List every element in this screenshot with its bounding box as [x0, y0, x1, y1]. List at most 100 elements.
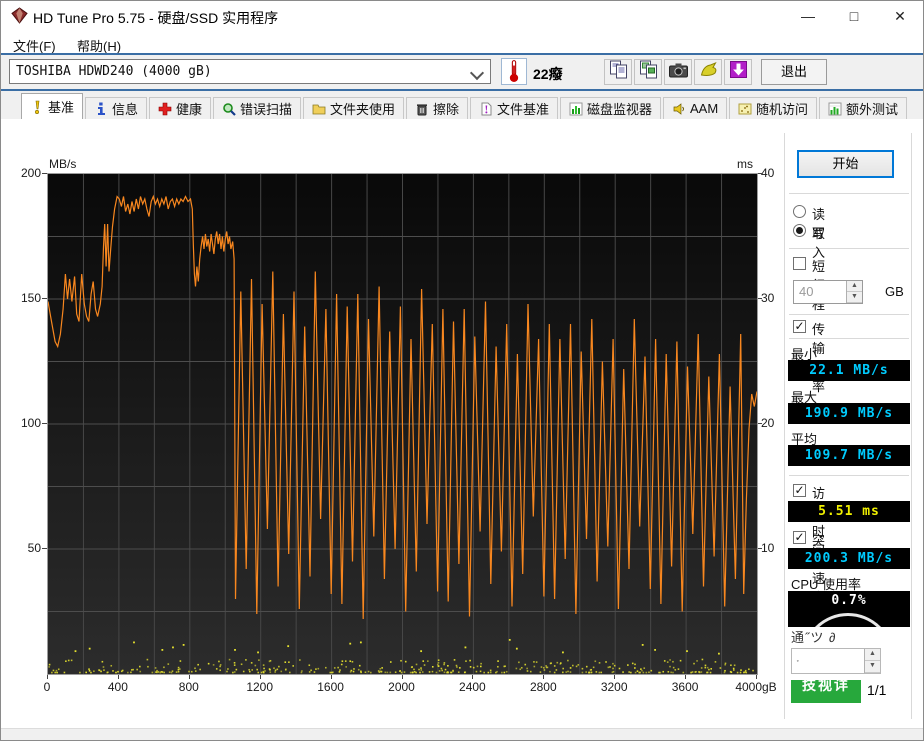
tab-label: 信息	[112, 102, 139, 117]
extra-tests-icon	[828, 102, 842, 116]
window-title: HD Tune Pro 5.75 - 硬盘/SSD 实用程序	[33, 10, 279, 26]
export-icon	[698, 60, 719, 84]
y-left-tick-label: 150	[20, 291, 41, 305]
y-left-axis-title: MB/s	[49, 157, 77, 171]
bottom-spinner-value: ˖	[796, 654, 800, 666]
close-button[interactable]: ✕	[877, 1, 923, 31]
copy-image-button[interactable]	[634, 59, 662, 85]
capacity-spinner[interactable]: 40 ▲ ▼	[793, 280, 863, 304]
x-tick-label: 400	[107, 680, 128, 694]
tab-info[interactable]: 信息	[85, 97, 148, 119]
checkbox-icon	[793, 257, 806, 270]
panel-separator	[784, 133, 785, 719]
temperature-value: 22癈	[533, 66, 563, 82]
spin-up-icon[interactable]: ▲	[865, 649, 880, 661]
title-bar: HD Tune Pro 5.75 - 硬盘/SSD 实用程序 — □ ✕	[1, 1, 923, 31]
camera-button[interactable]	[664, 59, 692, 85]
spin-up-icon[interactable]: ▲	[847, 281, 862, 292]
download-button[interactable]	[724, 59, 752, 85]
tab-extra-tests[interactable]: 额外测试	[819, 97, 908, 119]
bottom-section-label: 通˝ツ ∂	[791, 630, 837, 645]
tab-label: 磁盘监视器	[587, 102, 653, 117]
tab-label: 额外测试	[846, 102, 899, 117]
spin-down-icon[interactable]: ▼	[847, 292, 862, 303]
minimize-button[interactable]: —	[785, 1, 831, 31]
chevron-down-icon	[469, 65, 485, 81]
tab-label: 错误扫描	[240, 102, 293, 117]
panel-separator	[789, 475, 909, 476]
copy-text-button[interactable]	[604, 59, 632, 85]
tab-label: 健康	[176, 102, 203, 117]
tab-error-scan[interactable]: 错误扫描	[213, 97, 302, 119]
x-tick-label: 1600	[317, 680, 344, 694]
panel-separator	[911, 133, 912, 719]
exit-button[interactable]: 退出	[761, 59, 827, 85]
checkbox-checked-icon: ✓	[793, 530, 806, 544]
disk-monitor-icon	[569, 102, 583, 116]
tab-disk-monitor[interactable]: 磁盘监视器	[560, 97, 662, 119]
benchmark-plot	[47, 173, 758, 675]
window-bottom-strip	[1, 728, 923, 740]
error-scan-icon	[222, 102, 236, 116]
x-tick-label: 2000	[388, 680, 415, 694]
cpu-usage-display: 0.7%	[788, 591, 910, 627]
temperature-button[interactable]	[501, 58, 527, 85]
cpu-usage-value: 0.7%	[831, 593, 867, 608]
burst-rate-display: 200.3 MB/s	[788, 548, 910, 569]
download-icon	[728, 60, 749, 84]
status-badge: 技视详	[791, 680, 861, 703]
tab-label: 擦除	[433, 102, 460, 117]
tab-file-benchmark[interactable]: 文件基准	[470, 97, 559, 119]
hd-tune-window: HD Tune Pro 5.75 - 硬盘/SSD 实用程序 — □ ✕ 文件(…	[0, 0, 924, 741]
checkbox-checked-icon: ✓	[793, 483, 806, 497]
panel-separator	[789, 248, 909, 249]
tab-folder-usage[interactable]: 文件夹使用	[303, 97, 405, 119]
x-tick-label: 3600	[671, 680, 699, 694]
tab-label: 基准	[48, 100, 75, 115]
tab-label: AAM	[690, 101, 719, 116]
app-icon	[11, 7, 28, 29]
tab-benchmark[interactable]: 基准	[21, 93, 84, 119]
spinner-buttons[interactable]: ▲ ▼	[864, 649, 880, 673]
gauge-arc-icon	[802, 613, 894, 627]
random-access-icon	[738, 102, 752, 116]
start-button[interactable]: 开始	[797, 150, 894, 178]
capacity-value: 40	[799, 284, 814, 299]
y-left-tick-label: 100	[20, 416, 41, 430]
tab-aam[interactable]: AAM	[663, 97, 728, 119]
erase-icon	[415, 102, 429, 116]
tab-bar: 基准 信息 健康 错误扫描 文件夹使用 擦除 文件基准 磁盘监视器 AAM 随机访问 额外测试	[1, 91, 923, 119]
x-tick-label: 0	[43, 680, 51, 694]
panel-separator	[789, 338, 909, 339]
page-indicator: 1/1	[867, 682, 887, 698]
x-tick-label: 4000gB	[735, 680, 777, 694]
drive-select[interactable]: TOSHIBA HDWD240 (4000 gB)	[9, 59, 491, 84]
tab-label: 文件夹使用	[330, 102, 396, 117]
tab-health[interactable]: 健康	[149, 97, 212, 119]
max-value-display: 190.9 MB/s	[788, 403, 910, 424]
x-tick-label: 800	[178, 680, 199, 694]
spinner-buttons[interactable]: ▲ ▼	[846, 281, 862, 303]
tab-label: 随机访问	[756, 102, 809, 117]
bottom-spinner[interactable]: ˖ ▲ ▼	[791, 648, 881, 674]
file-benchmark-icon	[479, 102, 493, 116]
folder-usage-icon	[312, 102, 326, 116]
copy-image-icon	[638, 60, 659, 84]
spin-down-icon[interactable]: ▼	[865, 661, 880, 673]
capacity-unit-label: GB	[885, 284, 904, 299]
avg-value-display: 109.7 MB/s	[788, 445, 910, 466]
health-icon	[158, 102, 172, 116]
tab-erase[interactable]: 擦除	[406, 97, 469, 119]
export-button[interactable]	[694, 59, 722, 85]
maximize-button[interactable]: □	[831, 1, 877, 31]
camera-icon	[668, 60, 689, 84]
x-tick-label: 3200	[600, 680, 628, 694]
radio-selected-icon	[793, 224, 806, 237]
x-tick-label: 2400	[459, 680, 486, 694]
aam-icon	[672, 102, 686, 116]
tab-random-access[interactable]: 随机访问	[729, 97, 818, 119]
benchmark-icon	[30, 100, 44, 114]
x-tick-label: 1200	[246, 680, 274, 694]
panel-separator	[789, 314, 909, 315]
status-badge-text: 技视详	[802, 680, 850, 693]
